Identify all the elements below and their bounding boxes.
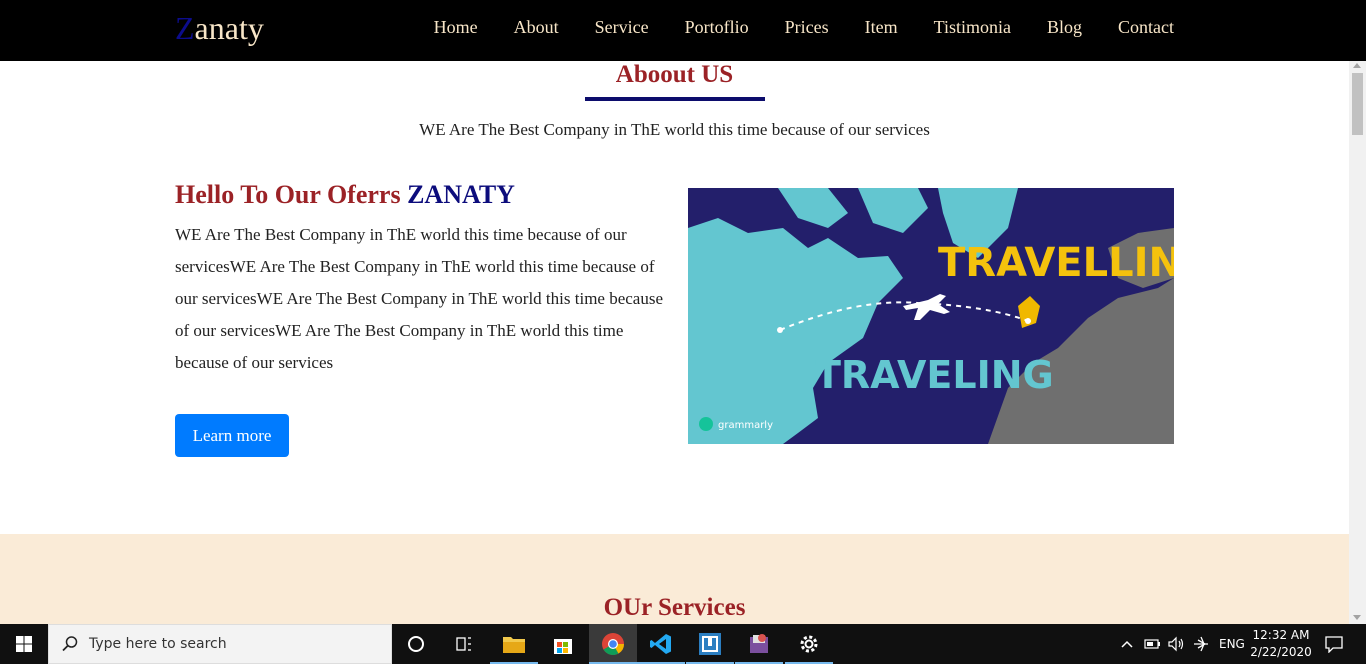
- travel-map-illustration: TRAVELLING TRAVELING grammarly: [688, 188, 1174, 444]
- nav-link-contact[interactable]: Contact: [1100, 16, 1174, 38]
- volume-button[interactable]: [1167, 624, 1185, 664]
- taskbar-settings[interactable]: [785, 624, 833, 664]
- windows-logo-icon: [16, 636, 32, 652]
- nav-link-prices[interactable]: Prices: [767, 16, 847, 38]
- vscode-icon: [650, 634, 671, 654]
- offer-heading-main: Hello To Our Oferrs: [175, 180, 408, 209]
- learn-more-button[interactable]: Learn more: [175, 414, 289, 457]
- nav-link-item[interactable]: Item: [847, 16, 916, 38]
- taskbar-store[interactable]: [539, 624, 587, 664]
- network-button[interactable]: [1191, 624, 1211, 664]
- offer-paragraph: WE Are The Best Company in ThE world thi…: [175, 225, 664, 372]
- nav-links: Home About Service Portoflio Prices Item…: [416, 16, 1174, 38]
- taskbar-file-explorer[interactable]: [490, 624, 538, 664]
- cortana-circle-icon: [408, 636, 424, 652]
- gear-icon: [800, 635, 818, 653]
- search-icon: [62, 636, 78, 652]
- taskbar-clock[interactable]: 12:32 AM 2/22/2020: [1250, 627, 1312, 661]
- clock-date: 2/22/2020: [1250, 645, 1312, 659]
- speaker-icon: [1168, 636, 1184, 652]
- battery-button[interactable]: [1144, 624, 1162, 664]
- windows-taskbar: Type here to search ENG 12:32 AM 2/22/20…: [0, 624, 1366, 664]
- offer-heading-brand: ZANATY: [407, 180, 515, 209]
- nav-link-blog[interactable]: Blog: [1029, 16, 1100, 38]
- nav-link-about[interactable]: About: [496, 16, 577, 38]
- page-scrollbar[interactable]: [1349, 61, 1366, 624]
- about-subtitle: WE Are The Best Company in ThE world thi…: [419, 120, 930, 139]
- services-title: OUr Services: [603, 594, 746, 621]
- navbar: Zanaty Home About Service Portoflio Pric…: [0, 0, 1366, 61]
- folder-icon: [503, 637, 525, 653]
- taskbar-vscode[interactable]: [637, 624, 685, 664]
- taskbar-app-purple[interactable]: [735, 624, 783, 664]
- taskbar-chrome[interactable]: [589, 624, 637, 664]
- scroll-down-arrow-icon[interactable]: [1353, 615, 1361, 620]
- travel-text-bottom: TRAVELING: [815, 353, 1054, 397]
- travel-image: TRAVELLING TRAVELING grammarly: [688, 188, 1174, 444]
- scroll-up-arrow-icon[interactable]: [1353, 63, 1361, 68]
- taskbar-search-box[interactable]: Type here to search: [48, 624, 392, 664]
- task-view-button[interactable]: [440, 624, 488, 664]
- travel-text-top: TRAVELLING: [938, 240, 1174, 286]
- brand-logo[interactable]: Zanaty: [175, 8, 264, 48]
- taskbar-app-blue[interactable]: [686, 624, 734, 664]
- offer-heading: Hello To Our Oferrs ZANATY: [175, 180, 515, 210]
- grammarly-logo-text: grammarly: [718, 420, 773, 431]
- nav-link-home[interactable]: Home: [416, 16, 496, 38]
- search-placeholder: Type here to search: [89, 636, 227, 652]
- nav-link-testimonial[interactable]: Tistimonia: [916, 16, 1029, 38]
- scroll-thumb[interactable]: [1352, 73, 1363, 135]
- nav-link-service[interactable]: Service: [577, 16, 667, 38]
- notification-icon: [1325, 636, 1343, 653]
- store-bag-icon: [554, 639, 572, 654]
- brand-rest: anaty: [194, 10, 264, 46]
- battery-icon: [1144, 639, 1160, 649]
- app-window-icon: [699, 633, 721, 655]
- network-plane-icon: [1194, 636, 1208, 652]
- chevron-up-icon: [1121, 640, 1133, 648]
- cortana-button[interactable]: [392, 624, 440, 664]
- input-language[interactable]: ENG: [1219, 637, 1245, 651]
- action-center-button[interactable]: [1324, 624, 1344, 664]
- about-title-underline: [585, 97, 765, 101]
- nav-link-portfolio[interactable]: Portoflio: [667, 16, 767, 38]
- about-title: Aboout US: [615, 61, 734, 88]
- start-button[interactable]: [0, 624, 48, 664]
- clock-time: 12:32 AM: [1252, 628, 1310, 642]
- grammarly-logo-icon: [699, 417, 713, 431]
- app-stack-icon: [750, 634, 768, 653]
- task-view-icon: [456, 637, 471, 651]
- chrome-icon: [602, 633, 624, 655]
- brand-first-letter: Z: [175, 10, 195, 46]
- services-section: OUr Services: [0, 534, 1349, 624]
- show-hidden-icons-button[interactable]: [1120, 624, 1134, 664]
